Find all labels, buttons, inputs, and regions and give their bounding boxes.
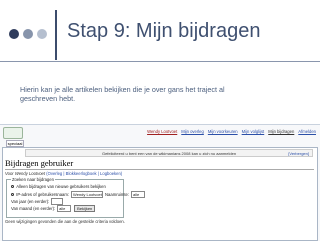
dot-dark — [9, 29, 19, 39]
wiki-logo — [3, 127, 23, 139]
tab-special[interactable]: speciaal — [6, 140, 24, 147]
notice-dismiss-link[interactable]: [Verbergen] — [288, 151, 309, 156]
option-newbies-row: Alleen bijdragen van nieuwe gebruikers b… — [11, 184, 106, 189]
namespace-label: Naamruimte: — [105, 192, 129, 197]
year-label: Van jaar (en eerder): — [11, 199, 50, 204]
contributions-search-form: Zoeken naar bijdragen Alleen bijdragen v… — [6, 177, 145, 218]
page-heading: Bijdragen gebruiker — [5, 158, 74, 168]
year-input[interactable] — [51, 198, 64, 205]
dot-light — [37, 29, 47, 39]
personal-toolbar: Wendy Lootvoet Mijn overleg Mijn voorkeure… — [147, 129, 316, 134]
month-select[interactable]: alle — [57, 205, 72, 212]
username-input[interactable]: Wendy Lootvoet — [71, 191, 104, 198]
month-label: Van maand (en eerder): — [11, 206, 56, 211]
content-area: Gefeliciteerd u bent een van de wikimani… — [2, 147, 318, 241]
heading-rule — [5, 169, 314, 170]
radio-newbies[interactable] — [11, 184, 15, 189]
subtitle-links[interactable]: (Overleg | Blokkeerlogboek | Logboeken) — [46, 171, 122, 176]
personal-link[interactable]: Wendy Lootvoet — [147, 129, 177, 134]
month-row: Van maand (en eerder): alle Bekijken — [11, 205, 96, 212]
personal-link[interactable]: Mijn overleg — [181, 129, 204, 134]
namespace-select[interactable]: alle — [131, 191, 145, 198]
page-subtitle: Voor Wendy Lootvoet (Overleg | Blokkeerl… — [5, 171, 122, 176]
site-notice: Gefeliciteerd u bent een van de wikimani… — [25, 149, 313, 157]
option-newbies-label: Alleen bijdragen van nieuwe gebruikers b… — [16, 184, 106, 189]
slide-title: Stap 9: Mijn bijdragen — [67, 20, 261, 42]
personal-link[interactable]: Mijn bijdragen — [268, 129, 294, 134]
subtitle-prefix: Voor Wendy Lootvoet — [5, 171, 47, 176]
title-divider — [55, 10, 57, 60]
wiki-screenshot: speciaal Wendy Lootvoet Mijn overleg Mijn … — [0, 124, 320, 241]
no-results-text: Geen wijzigingen gevonden die aan de ges… — [5, 219, 125, 224]
personal-link[interactable]: Afmelden — [298, 129, 316, 134]
view-button[interactable]: Bekijken — [74, 205, 96, 212]
form-legend: Zoeken naar bijdragen — [11, 177, 55, 182]
slide-body-text: Hierin kan je alle artikelen bekijken di… — [20, 85, 225, 103]
option-ip-label: IP-adres of gebruikersnaam: — [16, 192, 70, 197]
option-ip-row: IP-adres of gebruikersnaam: Wendy Lootvo… — [11, 191, 145, 198]
site-notice-text: Gefeliciteerd u bent een van de wikimani… — [101, 150, 237, 156]
year-row: Van jaar (en eerder): — [11, 198, 65, 205]
personal-link[interactable]: Mijn voorkeuren — [208, 129, 238, 134]
personal-link[interactable]: Mijn volglijst — [242, 129, 265, 134]
title-underline — [0, 61, 320, 62]
radio-ip-user[interactable] — [11, 192, 15, 197]
decorative-dots — [9, 29, 47, 39]
dot-mid — [23, 29, 33, 39]
